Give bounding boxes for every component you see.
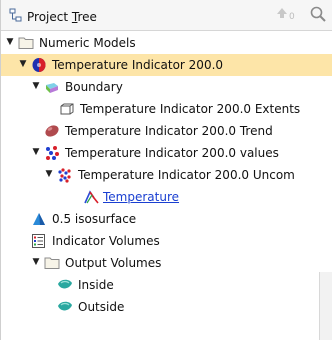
values-points-icon xyxy=(44,145,60,161)
up-arrow-icon xyxy=(276,7,288,23)
project-tree-panel: Project Tree 0 ▼ Numeric Models ▼ Temper… xyxy=(0,0,332,340)
tree-item-extents[interactable]: Temperature Indicator 200.0 Extents xyxy=(1,98,332,120)
tree-item-numeric-models[interactable]: ▼ Numeric Models xyxy=(1,32,332,54)
expand-toggle[interactable]: ▼ xyxy=(31,81,41,91)
expand-toggle[interactable]: ▼ xyxy=(44,169,54,179)
tree-item-label: Temperature Indicator 200.0 values xyxy=(65,146,279,160)
isosurface-icon xyxy=(31,211,47,227)
tree-item-output-volumes[interactable]: ▼ Output Volumes xyxy=(1,252,332,274)
project-tree-icon xyxy=(9,8,23,25)
volumes-list-icon xyxy=(31,233,47,249)
tree-item-temperature-indicator[interactable]: ▼ Temperature Indicator 200.0 xyxy=(1,54,332,76)
tree-item-outside[interactable]: Outside xyxy=(1,296,332,318)
tree-item-indicator-volumes[interactable]: Indicator Volumes xyxy=(1,230,332,252)
temperature-line-icon xyxy=(84,189,100,205)
up-count: 0 xyxy=(289,12,295,22)
tree-item-trend[interactable]: Temperature Indicator 200.0 Trend xyxy=(1,120,332,142)
extents-icon xyxy=(59,101,75,117)
tree-item-label: Temperature Indicator 200.0 Extents xyxy=(80,102,301,116)
indicator-model-icon xyxy=(31,57,47,73)
panel-titlebar: Project Tree 0 xyxy=(1,0,332,31)
tree-item-label: Inside xyxy=(78,278,114,292)
tree-item-temperature[interactable]: Temperature xyxy=(1,186,332,208)
tree-item-label: Temperature Indicator 200.0 xyxy=(52,58,224,72)
tree-item-isosurface[interactable]: 0.5 isosurface xyxy=(1,208,332,230)
inside-volume-icon xyxy=(57,277,73,293)
tree-item-label: Boundary xyxy=(65,80,123,94)
trend-ellipsoid-icon xyxy=(44,123,60,139)
tree-item-values[interactable]: ▼ Temperature Indicator 200.0 values xyxy=(1,142,332,164)
folder-icon xyxy=(18,35,34,51)
search-icon xyxy=(309,6,327,26)
vertical-scrollbar[interactable] xyxy=(319,272,332,340)
tree-item-label: Numeric Models xyxy=(39,36,136,50)
outside-volume-icon xyxy=(57,299,73,315)
expand-toggle[interactable]: ▼ xyxy=(31,257,41,267)
panel-tab-project-tree[interactable]: Project Tree xyxy=(9,8,97,25)
expand-toggle[interactable]: ▼ xyxy=(31,147,41,157)
folder-icon xyxy=(44,255,60,271)
expand-toggle[interactable]: ▼ xyxy=(5,37,15,47)
go-up-button[interactable]: 0 xyxy=(276,6,296,24)
panel-title: Project Tree xyxy=(27,9,97,24)
boundary-icon xyxy=(44,79,60,95)
tree-item-label: Indicator Volumes xyxy=(52,234,160,248)
tree-item-boundary[interactable]: ▼ Boundary xyxy=(1,76,332,98)
tree-item-label: Temperature Indicator 200.0 Uncom xyxy=(78,168,295,182)
expand-toggle[interactable]: ▼ xyxy=(18,59,28,69)
uncomposited-points-icon xyxy=(57,167,73,183)
search-button[interactable] xyxy=(309,5,331,25)
tree-item-label: Output Volumes xyxy=(65,256,162,270)
tree-item-label: Outside xyxy=(78,300,125,314)
tree-item-label[interactable]: Temperature xyxy=(103,190,179,204)
tree-item-label: Temperature Indicator 200.0 Trend xyxy=(65,124,273,138)
tree-item-label: 0.5 isosurface xyxy=(52,212,137,226)
tree-item-inside[interactable]: Inside xyxy=(1,274,332,296)
tree-item-uncomposited[interactable]: ▼ Temperature Indicator 200.0 Uncom xyxy=(1,164,332,186)
